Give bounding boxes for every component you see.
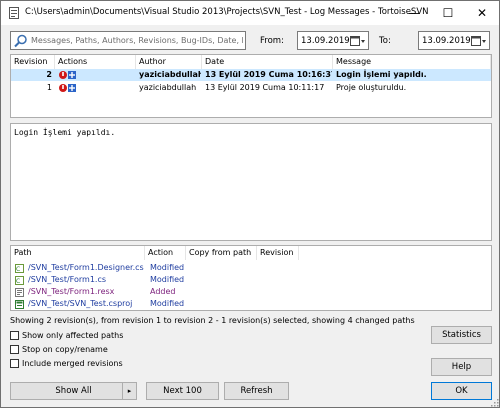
revision-author: yaziciabdullah (139, 83, 197, 92)
revision-date: 13 Eylül 2019 Cuma 10:11:17 (205, 83, 325, 92)
tortoisesvn-icon (9, 7, 19, 19)
search-icon[interactable] (14, 34, 28, 48)
filter-search-box[interactable] (10, 31, 246, 50)
changed-path-row[interactable]: C /SVN_Test/Form1.cs Modified (11, 274, 491, 286)
column-header-revision[interactable]: Revision (257, 246, 299, 260)
next-100-button[interactable]: Next 100 (146, 382, 219, 400)
checkbox-box[interactable] (10, 359, 19, 368)
from-label: From: (260, 36, 284, 46)
minimize-button[interactable]: — (397, 1, 431, 25)
changed-paths-list[interactable]: Path Action Copy from path Revision C /S… (10, 245, 492, 311)
changed-path-row[interactable]: /SVN_Test/Form1.resx Added (11, 286, 491, 298)
changed-path: /SVN_Test/Form1.resx (28, 287, 115, 296)
checkbox-label[interactable]: Show only affected paths (22, 330, 123, 341)
column-header-path[interactable]: Path (11, 246, 145, 260)
revision-author: yaziciabdullah (139, 70, 201, 79)
checkbox-label[interactable]: Stop on copy/rename (22, 344, 108, 355)
column-header-author[interactable]: Author (136, 55, 202, 69)
to-date-value: 13.09.2019 (422, 36, 471, 46)
show-all-label[interactable]: Show All (55, 386, 91, 396)
revision-row[interactable]: 1 yaziciabdullah 13 Eylül 2019 Cuma 10:1… (11, 82, 491, 94)
to-date-picker[interactable]: 13.09.2019 (418, 31, 490, 50)
changed-path-row[interactable]: /SVN_Test/SVN_Test.csproj Modified (11, 298, 491, 310)
resize-grip-icon[interactable] (490, 398, 499, 407)
revision-date: 13 Eylül 2019 Cuma 10:16:37 (205, 70, 332, 79)
changed-path-row[interactable]: C /SVN_Test/Form1.Designer.cs Modified (11, 262, 491, 274)
show-all-split-button[interactable]: Show All ▸ (10, 382, 137, 400)
csproj-file-icon (15, 300, 24, 309)
cs-file-icon: C (15, 276, 24, 285)
column-header-actions[interactable]: Actions (55, 55, 136, 69)
help-button[interactable]: Help (431, 358, 492, 376)
column-header-copy-from-path[interactable]: Copy from path (186, 246, 257, 260)
close-button[interactable]: ✕ (465, 1, 499, 25)
modified-add-action-icon (59, 84, 76, 92)
statistics-button[interactable]: Statistics (431, 326, 492, 344)
ok-button[interactable]: OK (431, 382, 492, 400)
filter-search-input[interactable] (31, 33, 243, 48)
maximize-button[interactable]: ☐ (431, 1, 465, 25)
changed-path-action: Modified (150, 275, 185, 284)
checkbox-box[interactable] (10, 331, 19, 340)
revision-message: Login İşlemi yapıldı. (336, 70, 427, 79)
column-header-action[interactable]: Action (145, 246, 186, 260)
to-label: To: (379, 36, 391, 46)
changed-path: /SVN_Test/Form1.Designer.cs (28, 263, 144, 272)
calendar-dropdown-icon[interactable] (471, 35, 487, 47)
changed-path: /SVN_Test/SVN_Test.csproj (28, 299, 133, 308)
calendar-dropdown-icon[interactable] (350, 35, 366, 47)
refresh-button[interactable]: Refresh (224, 382, 289, 400)
checkbox-box[interactable] (10, 345, 19, 354)
changed-path-action: Modified (150, 263, 185, 272)
revision-row[interactable]: 2 yaziciabdullah 13 Eylül 2019 Cuma 10:1… (11, 69, 491, 81)
revision-message: Proje oluşturuldu. (336, 83, 407, 92)
svg-text:C: C (16, 266, 20, 273)
changed-path-action: Modified (150, 299, 185, 308)
title-bar: C:\Users\admin\Documents\Visual Studio 2… (1, 1, 499, 25)
from-date-value: 13.09.2019 (301, 36, 350, 46)
revision-list[interactable]: Revision Actions Author Date Message 2 y… (10, 54, 492, 118)
revision-number: 1 (46, 83, 52, 92)
changed-path-action: Added (150, 287, 176, 296)
revision-number: 2 (46, 70, 52, 79)
column-header-revision[interactable]: Revision (11, 55, 55, 69)
log-messages-window: C:\Users\admin\Documents\Visual Studio 2… (0, 0, 500, 408)
column-header-message[interactable]: Message (333, 55, 491, 69)
status-text: Showing 2 revision(s), from revision 1 t… (10, 316, 415, 325)
changed-path: /SVN_Test/Form1.cs (28, 275, 107, 284)
log-message-text: Login İşlemi yapıldı. (14, 128, 116, 137)
modified-add-action-icon (59, 71, 76, 79)
svg-text:C: C (16, 278, 20, 285)
checkbox-label[interactable]: Include merged revisions (22, 358, 123, 369)
cs-file-icon: C (15, 264, 24, 273)
column-header-date[interactable]: Date (202, 55, 333, 69)
window-title: C:\Users\admin\Documents\Visual Studio 2… (25, 7, 429, 17)
from-date-picker[interactable]: 13.09.2019 (297, 31, 369, 50)
log-message-textbox[interactable]: Login İşlemi yapıldı. (10, 123, 492, 241)
resx-file-icon (15, 288, 24, 297)
split-arrow-icon[interactable]: ▸ (122, 383, 136, 399)
